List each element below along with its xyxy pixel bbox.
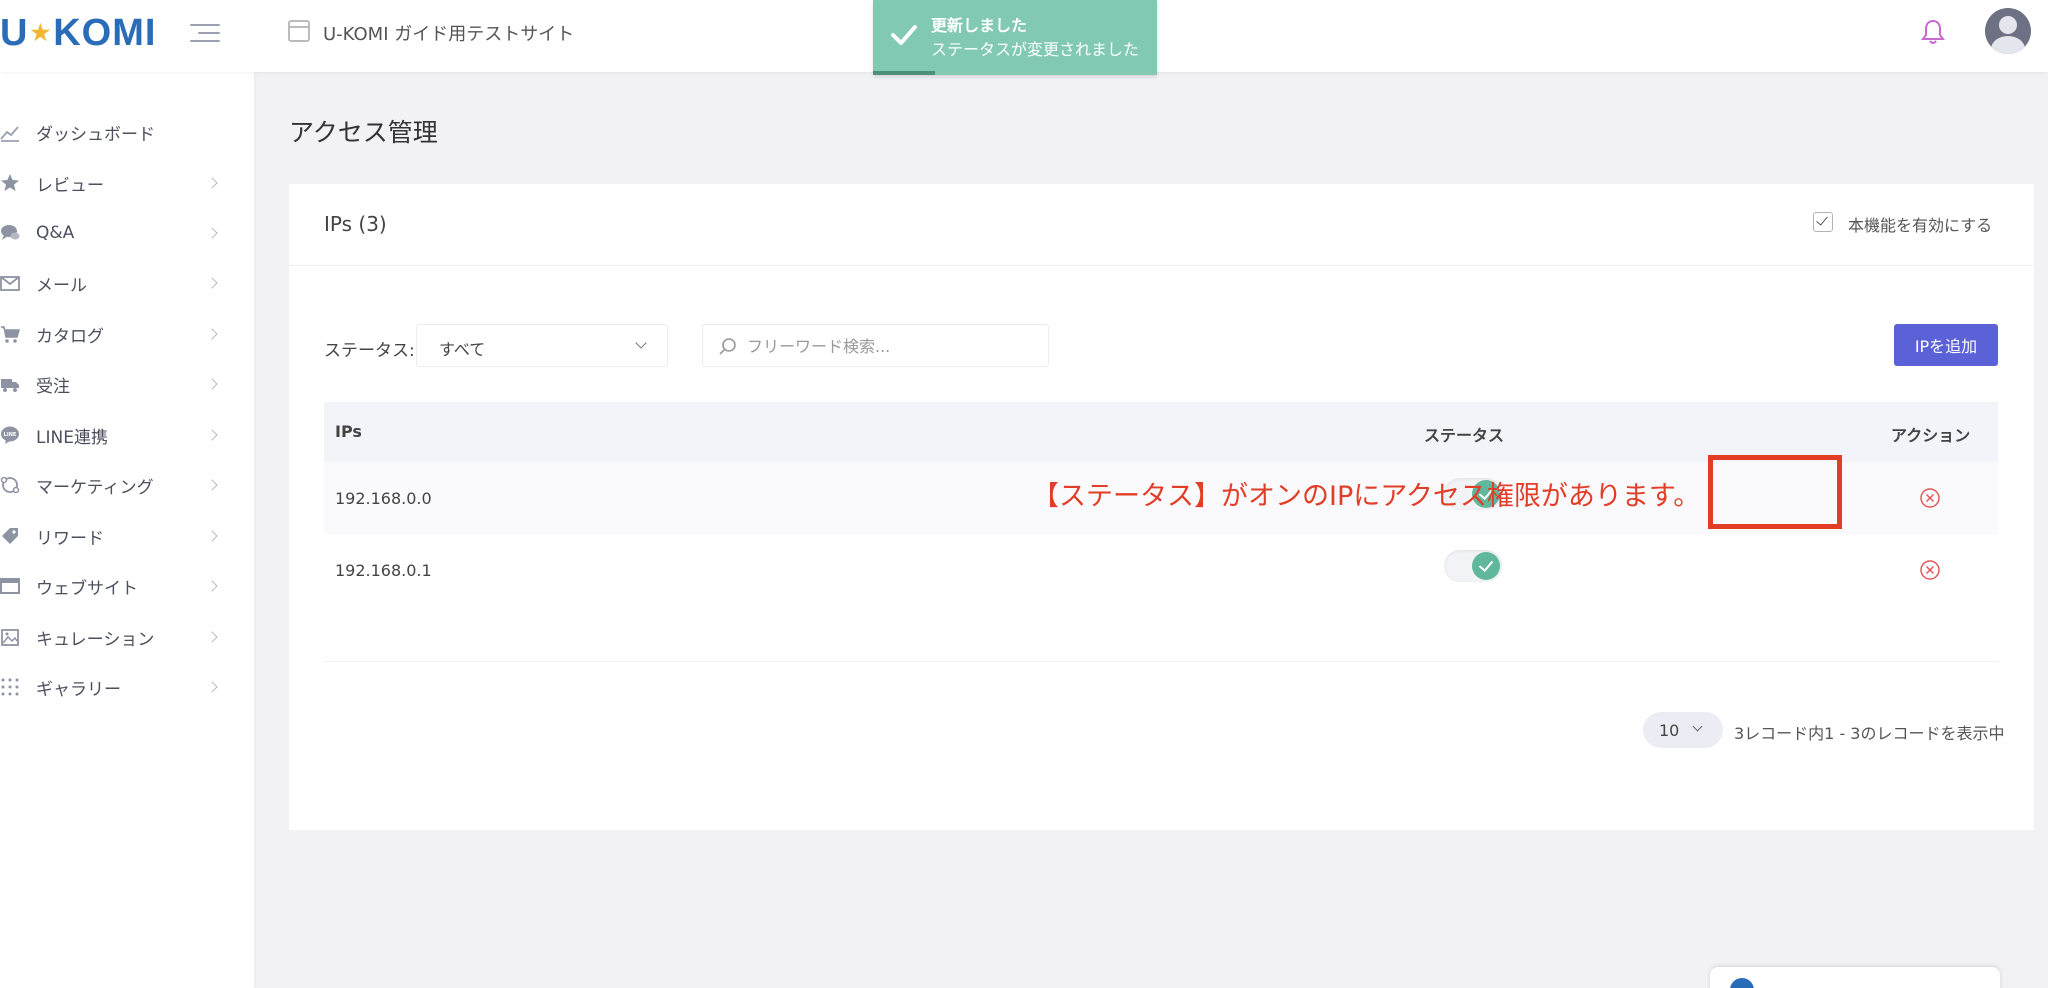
chevron-right-icon bbox=[206, 530, 218, 542]
user-avatar[interactable] bbox=[1985, 8, 2031, 54]
sidebar-item-orders[interactable]: 受注 bbox=[0, 364, 230, 404]
image-icon bbox=[1, 629, 19, 646]
add-ip-button[interactable]: IPを追加 bbox=[1894, 324, 1998, 366]
chat-widget[interactable] bbox=[1710, 967, 2000, 988]
card-header: IPs (3) 本機能を有効にする bbox=[289, 184, 2034, 266]
enable-feature-label[interactable]: 本機能を有効にする bbox=[1848, 212, 1992, 236]
sidebar-item-label: レビュー bbox=[36, 175, 104, 196]
status-toggle[interactable] bbox=[1444, 550, 1502, 582]
table-row: 192.168.0.1 bbox=[324, 534, 1998, 606]
sidebar-item-reward[interactable]: リワード bbox=[0, 516, 230, 556]
dashboard-icon bbox=[0, 126, 19, 142]
sidebar-item-label: ダッシュボード bbox=[36, 124, 155, 145]
sidebar-item-label: ギャラリー bbox=[36, 679, 121, 700]
sidebar-item-label: リワード bbox=[36, 528, 104, 549]
truck-icon bbox=[1, 379, 19, 392]
cart-icon bbox=[1, 326, 20, 343]
site-title[interactable]: U-KOMI ガイド用テストサイト bbox=[323, 20, 574, 46]
chevron-right-icon bbox=[206, 328, 218, 340]
toast-title: 更新しました bbox=[931, 16, 1028, 35]
sidebar-item-gallery[interactable]: ギャラリー bbox=[0, 667, 230, 707]
chevron-down-icon bbox=[635, 337, 647, 349]
status-filter-value: すべて bbox=[439, 340, 486, 359]
status-filter-select[interactable]: すべて bbox=[416, 324, 668, 367]
chat-icon bbox=[1, 225, 20, 240]
sidebar-item-mail[interactable]: メール bbox=[0, 263, 230, 303]
tag-icon bbox=[2, 528, 18, 544]
chevron-right-icon bbox=[206, 177, 218, 189]
grid-icon bbox=[1, 678, 19, 696]
chevron-right-icon bbox=[206, 429, 218, 441]
line-icon: LINE bbox=[1, 426, 19, 444]
toggle-knob bbox=[1472, 552, 1500, 580]
logo[interactable]: U ★ KOMI bbox=[0, 8, 156, 58]
bell-icon[interactable] bbox=[1920, 18, 1946, 46]
sidebar-item-review[interactable]: レビュー bbox=[0, 163, 230, 203]
page-title: アクセス管理 bbox=[289, 118, 438, 147]
chat-widget-icon bbox=[1730, 978, 1754, 988]
chevron-right-icon bbox=[206, 631, 218, 643]
enable-feature-checkbox[interactable] bbox=[1813, 212, 1833, 232]
sidebar-item-qa[interactable]: Q&A bbox=[0, 213, 230, 253]
status-filter-label: ステータス: bbox=[324, 341, 415, 361]
sidebar-item-label: マーケティング bbox=[36, 477, 154, 498]
marketing-icon bbox=[0, 476, 20, 494]
card-title: IPs (3) bbox=[324, 212, 387, 236]
chevron-down-icon bbox=[1692, 721, 1703, 732]
sidebar-item-label: ウェブサイト bbox=[36, 578, 138, 599]
search-icon bbox=[719, 338, 736, 355]
chevron-right-icon bbox=[206, 580, 218, 592]
search-box[interactable] bbox=[702, 324, 1049, 367]
per-page-select[interactable]: 10 bbox=[1643, 712, 1723, 748]
browser-window-icon bbox=[288, 20, 310, 42]
column-header-ips[interactable]: IPs bbox=[335, 422, 362, 441]
delete-icon[interactable] bbox=[1919, 487, 1941, 509]
sidebar-item-label: Q&A bbox=[36, 223, 75, 243]
sidebar-item-website[interactable]: ウェブサイト bbox=[0, 566, 230, 606]
sidebar-item-label: キュレーション bbox=[36, 629, 155, 650]
sidebar-item-marketing[interactable]: マーケティング bbox=[0, 465, 230, 505]
menu-toggle-icon[interactable] bbox=[190, 22, 220, 44]
sidebar-item-label: メール bbox=[36, 275, 87, 296]
logo-text-right: KOMI bbox=[53, 11, 157, 54]
success-toast[interactable]: 更新しました ステータスが変更されました bbox=[873, 0, 1157, 75]
sidebar-item-label: カタログ bbox=[36, 326, 104, 347]
sidebar-item-label: 受注 bbox=[36, 376, 70, 397]
sidebar: ダッシュボード レビュー Q&A メール カタログ 受注 LINE LINE連携… bbox=[0, 72, 254, 988]
records-info: 3レコード内1 - 3のレコードを表示中 bbox=[1734, 724, 2005, 743]
chevron-right-icon bbox=[206, 479, 218, 491]
logo-text-left: U bbox=[0, 11, 29, 54]
delete-icon[interactable] bbox=[1919, 559, 1941, 581]
check-icon bbox=[891, 25, 917, 45]
toast-progress-bar bbox=[873, 71, 935, 75]
chevron-right-icon bbox=[206, 227, 218, 239]
ip-address: 192.168.0.0 bbox=[335, 489, 432, 508]
search-input[interactable] bbox=[747, 333, 1037, 359]
column-header-status[interactable]: ステータス bbox=[1424, 422, 1504, 446]
sidebar-item-curation[interactable]: キュレーション bbox=[0, 617, 230, 657]
table-header: IPs ステータス アクション bbox=[324, 402, 1998, 462]
logo-star-icon: ★ bbox=[30, 20, 52, 45]
mail-icon bbox=[0, 276, 20, 291]
svg-text:LINE: LINE bbox=[4, 432, 17, 438]
chevron-right-icon bbox=[206, 681, 218, 693]
sidebar-item-dashboard[interactable]: ダッシュボード bbox=[0, 112, 230, 152]
website-icon bbox=[0, 578, 20, 594]
toast-message: ステータスが変更されました bbox=[931, 40, 1140, 59]
annotation-text: 【ステータス】がオンのIPにアクセス権限があります。 bbox=[1032, 481, 1701, 512]
chevron-right-icon bbox=[206, 277, 218, 289]
sidebar-item-label: LINE連携 bbox=[36, 427, 108, 448]
column-header-action: アクション bbox=[1891, 426, 1971, 445]
ip-address: 192.168.0.1 bbox=[335, 561, 432, 580]
annotation-highlight-box bbox=[1708, 455, 1842, 529]
sidebar-item-line[interactable]: LINE LINE連携 bbox=[0, 415, 230, 455]
sidebar-item-catalog[interactable]: カタログ bbox=[0, 314, 230, 354]
per-page-value: 10 bbox=[1659, 721, 1680, 740]
chevron-right-icon bbox=[206, 378, 218, 390]
table-empty-row bbox=[324, 606, 1998, 662]
star-icon bbox=[1, 174, 19, 191]
